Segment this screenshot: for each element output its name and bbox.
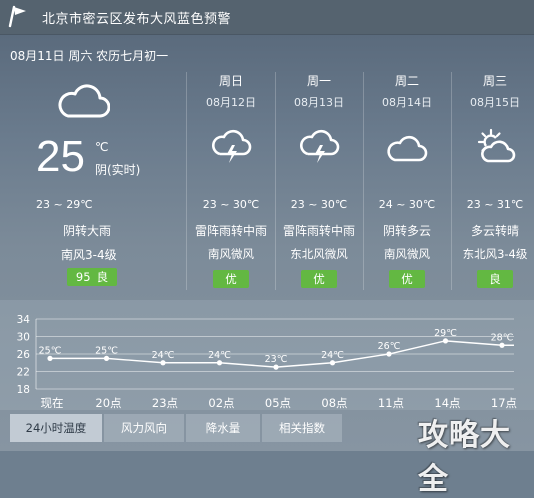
x-tick-label: 11点 (378, 396, 404, 410)
forecast-weekday: 周一 (306, 74, 331, 88)
forecast-aqi-badge[interactable]: 优 (213, 270, 249, 288)
current-condition: 阴(实时) (95, 163, 141, 177)
tab-indices[interactable]: 相关指数 (262, 414, 342, 442)
forecast-wind: 南风微风 (384, 247, 430, 261)
temperature-label: 26℃ (378, 341, 401, 352)
temperature-point (499, 342, 505, 348)
tab-wind[interactable]: 风力风向 (104, 414, 184, 442)
forecast-temp-range: 24 ~ 30℃ (378, 198, 436, 211)
temperature-point (273, 364, 279, 370)
forecast-aqi-badge[interactable]: 良 (477, 270, 513, 288)
forecast-condition: 多云转晴 (470, 224, 519, 238)
forecast-day[interactable]: 周三 08月15日 23 ~ 31℃ 多云转晴 东北风3-4级 良 (452, 72, 534, 290)
x-tick-label: 02点 (208, 396, 234, 410)
temperature-label: 25℃ (39, 345, 62, 356)
forecast-condition: 阴转多云 (382, 224, 431, 238)
aqi-value: 95 (75, 270, 91, 284)
forecast-date: 08月12日 (206, 96, 256, 109)
forecast-condition: 雷阵雨转中雨 (194, 224, 267, 238)
tab-precipitation[interactable]: 降水量 (186, 414, 260, 442)
temperature-point (103, 355, 110, 361)
temperature-point (216, 360, 223, 366)
today-condition: 阴转大雨 (63, 224, 112, 238)
forecast-condition: 雷阵雨转中雨 (282, 224, 355, 238)
forecast-weekday: 周二 (394, 74, 419, 88)
flag-icon (8, 5, 26, 28)
temperature-label: 24℃ (152, 350, 175, 361)
forecast-weekday: 周日 (218, 74, 243, 88)
temperature-label: 25℃ (95, 345, 118, 356)
cloudy-icon (58, 84, 110, 118)
temperature-label: 29℃ (434, 328, 457, 339)
x-tick-label: 现在 (41, 396, 64, 410)
temperature-point (329, 360, 336, 366)
forecast-day[interactable]: 周一 08月13日 23 ~ 30℃ 雷阵雨转中雨 东北风微风 优 (276, 72, 362, 290)
current-temperature: 25 (36, 132, 85, 181)
alert-title[interactable]: 北京市密云区发布大风蓝色预警 (42, 8, 231, 27)
today-wind: 南风3-4级 (61, 248, 117, 262)
temperature-label: 28℃ (491, 332, 514, 343)
temperature-chart: 18 22 26 30 34 25℃ 现在 25℃ 20点 24℃ 23点 24℃ 02点 23℃ 05点 2… (17, 314, 517, 410)
temperature-point (386, 351, 392, 357)
forecast-date: 08月13日 (294, 96, 344, 109)
today-temp-range: 23 ~ 29℃ (36, 198, 93, 211)
forecast-day[interactable]: 周二 08月14日 24 ~ 30℃ 阴转多云 南风微风 优 (364, 72, 450, 290)
forecast-aqi-badge[interactable]: 优 (389, 270, 425, 288)
y-tick-label: 34 (17, 314, 31, 326)
x-tick-label: 08点 (321, 396, 347, 410)
x-tick-label: 05点 (265, 396, 291, 410)
watermark-logo: 攻略大全 (418, 418, 511, 497)
forecast-temp-range: 23 ~ 31℃ (466, 198, 524, 211)
cloudy-icon (387, 135, 428, 162)
temperature-label: 23℃ (265, 354, 288, 365)
x-tick-label: 14点 (434, 396, 460, 410)
temperature-point (442, 338, 449, 344)
x-tick-label: 17点 (491, 396, 517, 410)
forecast-weekday: 周三 (482, 74, 507, 88)
forecast-temp-range: 23 ~ 30℃ (290, 198, 348, 211)
temperature-unit: ℃ (95, 140, 109, 154)
forecast-aqi-badge[interactable]: 优 (301, 270, 337, 288)
forecast-wind: 南风微风 (208, 247, 254, 261)
thunder-shower-icon (211, 129, 252, 163)
alert-header[interactable]: 北京市密云区发布大风蓝色预警 (0, 0, 534, 35)
aqi-label: 良 (96, 270, 109, 284)
tab-24h-temperature[interactable]: 24小时温度 (10, 414, 102, 442)
y-tick-label: 26 (17, 349, 31, 361)
temperature-label: 24℃ (321, 350, 344, 361)
thunder-shower-icon (299, 129, 340, 163)
x-tick-label: 20点 (95, 396, 121, 410)
current-date: 08月11日 周六 农历七月初一 (10, 49, 169, 63)
forecast-date: 08月14日 (382, 96, 432, 109)
temperature-label: 24℃ (208, 350, 231, 361)
y-tick-label: 22 (17, 367, 30, 379)
forecast-temp-range: 23 ~ 30℃ (202, 198, 260, 211)
y-tick-label: 30 (17, 332, 30, 344)
y-tick-label: 18 (17, 384, 30, 396)
temperature-point (160, 360, 166, 366)
forecast-date: 08月15日 (470, 96, 520, 109)
forecast-day[interactable]: 周日 08月12日 23 ~ 30℃ 雷阵雨转中雨 南风微风 优 (188, 72, 274, 290)
forecast-wind: 东北风3-4级 (462, 247, 528, 261)
temperature-point (47, 355, 53, 361)
today-aqi-badge[interactable]: 95 良 (67, 268, 117, 286)
forecast-wind: 东北风微风 (290, 247, 348, 261)
x-tick-label: 23点 (152, 396, 178, 410)
column-divider (186, 72, 187, 290)
partly-cloudy-icon (477, 128, 516, 163)
